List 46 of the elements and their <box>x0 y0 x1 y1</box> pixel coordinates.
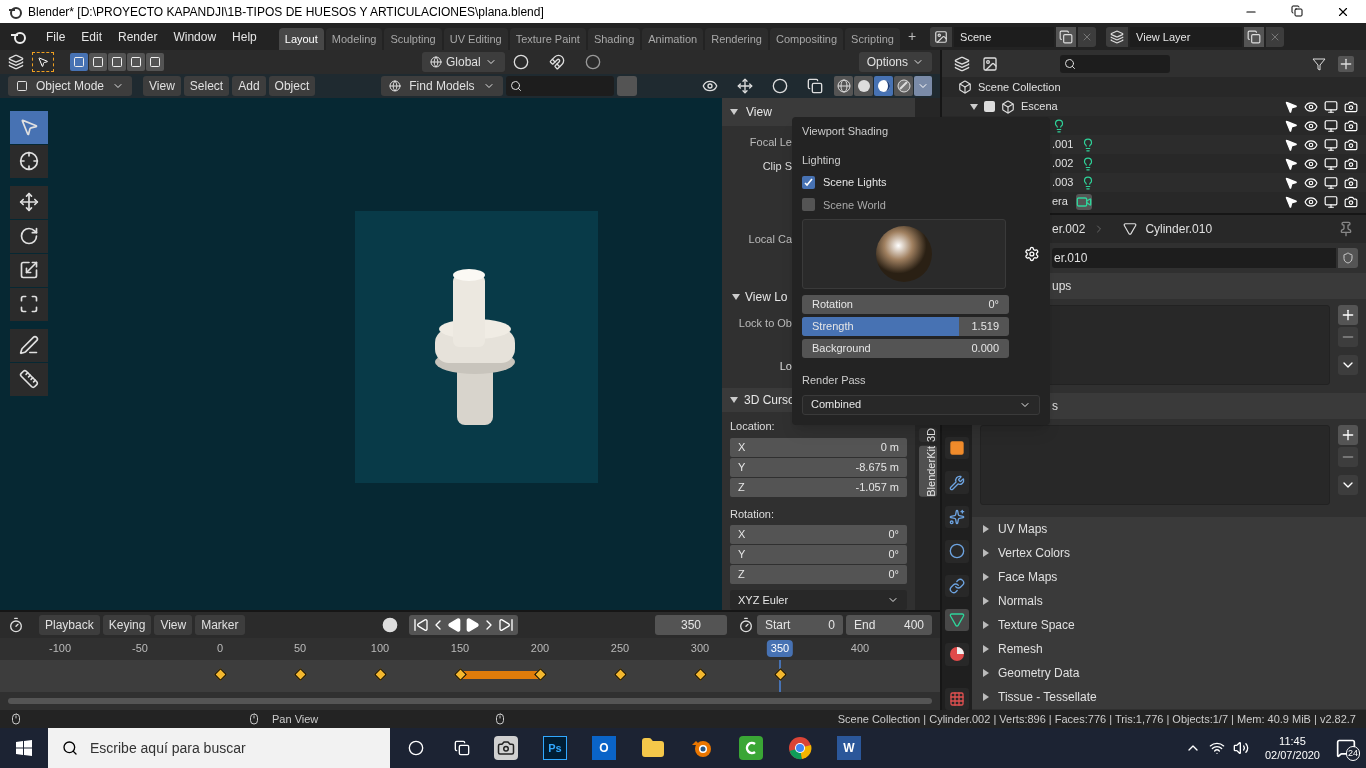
frame-number: 400 <box>849 641 871 656</box>
field-label: Focal Le <box>749 134 792 150</box>
status-hint: Pan View <box>272 711 319 727</box>
section-label: Render Pass <box>802 373 867 388</box>
slider-label: Rotation <box>812 297 853 313</box>
scene-statistics: Scene Collection | Cylinder.002 | Verts:896 | Faces:776 | Tris:1,776 | Objects:1/7 | Mem: 40.9 MiB | v2.82.7 <box>837 711 1356 727</box>
panel-title: View <box>746 103 772 121</box>
breadcrumb-item: Cylinder.010 <box>1145 221 1213 238</box>
panel-title: Normals <box>998 593 1043 610</box>
panel-title: Geometry Data <box>998 665 1080 682</box>
frame-number: 300 <box>689 641 711 656</box>
field-label: Lo <box>779 358 792 374</box>
breadcrumb-item: er.002 <box>1052 221 1086 238</box>
panel-title: Tissue - Tessellate <box>998 689 1097 706</box>
frame-number: 150 <box>449 641 471 656</box>
frame-number: 50 <box>292 641 308 656</box>
frame-number: 250 <box>609 641 631 656</box>
checkbox-label: Scene World <box>823 197 886 213</box>
frame-number: 200 <box>529 641 551 656</box>
frame-number: 100 <box>369 641 391 656</box>
frame-number: 0 <box>215 641 225 656</box>
panel-title: Texture Space <box>998 617 1075 634</box>
panel-title: View Lo <box>745 289 788 306</box>
slider-value: 0.000 <box>971 341 999 357</box>
slider-value: 1.519 <box>971 319 999 335</box>
frame-number: -50 <box>131 641 149 656</box>
panel-title: Remesh <box>998 641 1043 658</box>
slider-value: 0° <box>988 297 999 313</box>
panel-title: Face Maps <box>998 569 1058 586</box>
popover-title: Viewport Shading <box>802 124 890 139</box>
slider-label: Strength <box>812 319 854 335</box>
notification-count: 24 <box>1346 745 1360 761</box>
field-label: Rotation: <box>730 506 776 522</box>
panel-title: Vertex Colors <box>998 545 1071 562</box>
panel-title: UV Maps <box>998 521 1048 538</box>
section-label: Lighting <box>802 152 842 168</box>
frame-number: -100 <box>48 641 72 656</box>
window-title: Blender* [D:\PROYECTO KAPANDJI\1B-TIPOS DE HUESOS Y ARTICULACIONES\plana.blend] <box>28 3 544 21</box>
field-label: Lock to Ob <box>738 316 792 331</box>
field-label: Clip S <box>762 159 792 174</box>
field-label: Local Ca <box>748 231 792 247</box>
search-placeholder: Escribe aquí para buscar <box>90 738 246 758</box>
slider-label: Background <box>812 341 871 357</box>
checkbox-label: Scene Lights <box>823 175 887 190</box>
frame-number: 350 <box>766 640 794 657</box>
field-label: Location: <box>730 419 776 434</box>
